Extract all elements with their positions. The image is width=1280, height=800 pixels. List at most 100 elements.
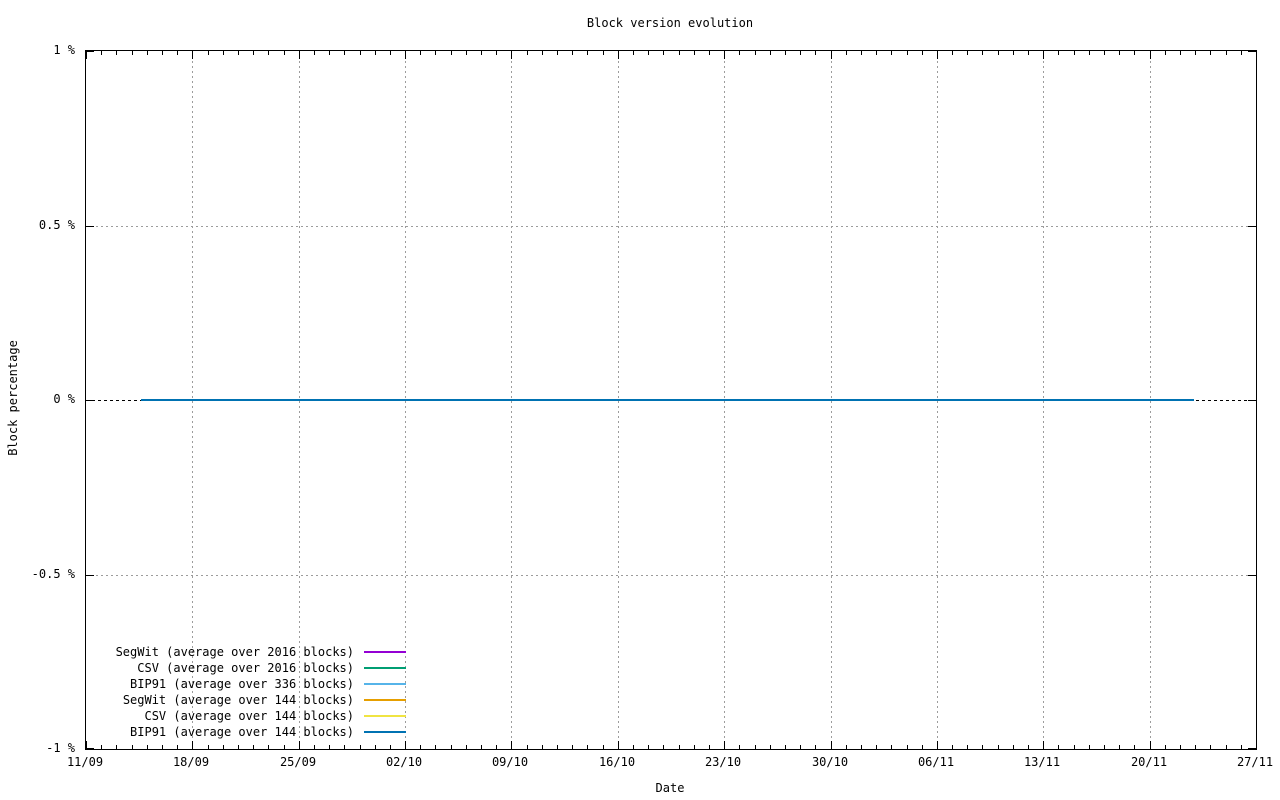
- x-minor-tick: [982, 51, 983, 55]
- x-minor-tick: [815, 745, 816, 749]
- x-minor-tick: [253, 51, 254, 55]
- x-minor-tick: [982, 745, 983, 749]
- x-minor-tick: [451, 745, 452, 749]
- x-minor-tick: [360, 745, 361, 749]
- legend-line-swatch: [364, 699, 406, 701]
- x-minor-tick: [344, 51, 345, 55]
- x-minor-tick: [587, 51, 588, 55]
- x-minor-tick: [739, 51, 740, 55]
- x-minor-tick: [755, 51, 756, 55]
- x-minor-tick: [375, 745, 376, 749]
- x-tick-label: 06/11: [896, 755, 976, 769]
- legend-label: BIP91 (average over 144 blocks): [130, 725, 354, 739]
- x-minor-tick: [375, 51, 376, 55]
- horizontal-gridline: [86, 226, 1256, 227]
- x-minor-tick: [694, 51, 695, 55]
- x-minor-tick: [238, 745, 239, 749]
- x-minor-tick: [435, 745, 436, 749]
- chart-legend: SegWit (average over 2016 blocks) CSV (av…: [85, 644, 406, 740]
- x-minor-tick: [314, 51, 315, 55]
- x-minor-tick: [800, 51, 801, 55]
- x-tick-label: 20/11: [1109, 755, 1189, 769]
- x-minor-tick: [815, 51, 816, 55]
- y-major-tick: [1248, 748, 1256, 749]
- legend-label: CSV (average over 144 blocks): [144, 709, 354, 723]
- x-minor-tick: [679, 745, 680, 749]
- x-minor-tick: [1028, 745, 1029, 749]
- x-minor-tick: [922, 51, 923, 55]
- legend-row: CSV (average over 144 blocks): [85, 708, 406, 724]
- y-tick-label: 1 %: [5, 43, 75, 57]
- x-minor-tick: [633, 51, 634, 55]
- x-major-tick: [937, 51, 938, 59]
- x-minor-tick: [1210, 745, 1211, 749]
- x-minor-tick: [1013, 51, 1014, 55]
- x-minor-tick: [1134, 745, 1135, 749]
- x-minor-tick: [846, 745, 847, 749]
- x-minor-tick: [481, 745, 482, 749]
- x-minor-tick: [101, 745, 102, 749]
- y-major-tick: [1248, 575, 1256, 576]
- x-minor-tick: [147, 51, 148, 55]
- legend-row: BIP91 (average over 144 blocks): [85, 724, 406, 740]
- x-minor-tick: [952, 745, 953, 749]
- y-major-tick: [86, 226, 94, 227]
- x-minor-tick: [268, 51, 269, 55]
- x-minor-tick: [162, 51, 163, 55]
- x-minor-tick: [177, 745, 178, 749]
- x-minor-tick: [177, 51, 178, 55]
- x-minor-tick: [147, 745, 148, 749]
- x-minor-tick: [435, 51, 436, 55]
- x-minor-tick: [998, 51, 999, 55]
- x-minor-tick: [466, 51, 467, 55]
- x-tick-label: 23/10: [683, 755, 763, 769]
- x-minor-tick: [481, 51, 482, 55]
- x-tick-label: 11/09: [45, 755, 125, 769]
- y-tick-label: 0 %: [5, 392, 75, 406]
- x-minor-tick: [1165, 51, 1166, 55]
- x-tick-label: 18/09: [151, 755, 231, 769]
- legend-label: BIP91 (average over 336 blocks): [130, 677, 354, 691]
- x-minor-tick: [420, 745, 421, 749]
- x-minor-tick: [101, 51, 102, 55]
- x-minor-tick: [709, 745, 710, 749]
- x-minor-tick: [891, 745, 892, 749]
- x-minor-tick: [572, 51, 573, 55]
- x-major-tick: [192, 741, 193, 749]
- x-major-tick: [724, 741, 725, 749]
- data-line-bip91-144: [141, 399, 1194, 401]
- x-major-tick: [1150, 51, 1151, 59]
- x-tick-label: 02/10: [364, 755, 444, 769]
- x-major-tick: [831, 741, 832, 749]
- x-minor-tick: [268, 745, 269, 749]
- x-minor-tick: [223, 51, 224, 55]
- x-minor-tick: [648, 745, 649, 749]
- chart-title: Block version evolution: [85, 16, 1255, 30]
- x-minor-tick: [1119, 745, 1120, 749]
- x-minor-tick: [1195, 51, 1196, 55]
- y-major-tick: [86, 51, 94, 52]
- legend-row: SegWit (average over 2016 blocks): [85, 644, 406, 660]
- y-major-tick: [1248, 51, 1256, 52]
- x-minor-tick: [1089, 51, 1090, 55]
- legend-row: BIP91 (average over 336 blocks): [85, 676, 406, 692]
- x-minor-tick: [344, 745, 345, 749]
- x-minor-tick: [785, 745, 786, 749]
- x-minor-tick: [967, 745, 968, 749]
- x-minor-tick: [390, 51, 391, 55]
- legend-label: SegWit (average over 144 blocks): [123, 693, 354, 707]
- legend-line-swatch: [364, 651, 406, 653]
- x-minor-tick: [451, 51, 452, 55]
- x-minor-tick: [1104, 51, 1105, 55]
- x-minor-tick: [527, 745, 528, 749]
- x-minor-tick: [284, 745, 285, 749]
- x-minor-tick: [663, 745, 664, 749]
- x-minor-tick: [846, 51, 847, 55]
- x-minor-tick: [329, 51, 330, 55]
- x-minor-tick: [1226, 745, 1227, 749]
- legend-label: SegWit (average over 2016 blocks): [116, 645, 354, 659]
- x-major-tick: [937, 741, 938, 749]
- x-minor-tick: [162, 745, 163, 749]
- x-minor-tick: [785, 51, 786, 55]
- x-minor-tick: [800, 745, 801, 749]
